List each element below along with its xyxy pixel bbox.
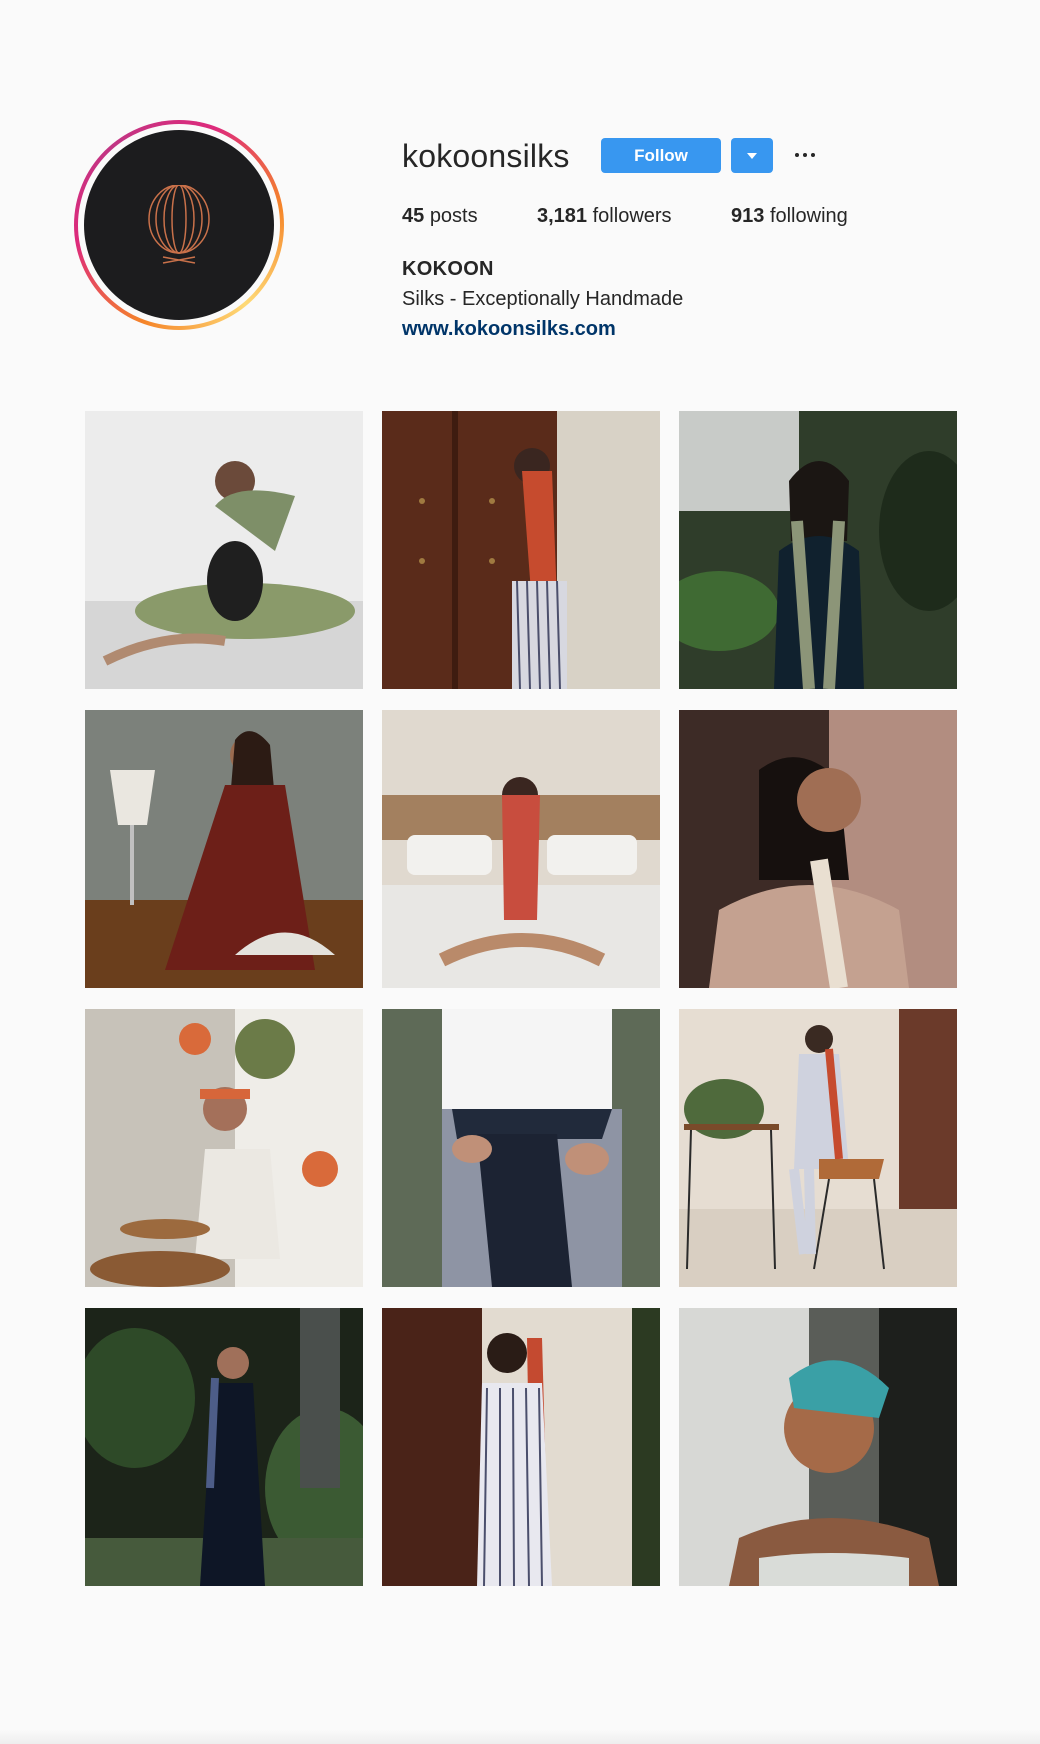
- posts-grid: [85, 411, 957, 1586]
- more-options-icon[interactable]: [795, 140, 819, 170]
- following-stat[interactable]: 913 following: [731, 205, 848, 228]
- post-thumbnail[interactable]: [85, 1009, 363, 1287]
- post-photo-bed-scarf: [382, 710, 660, 988]
- username: kokoonsilks: [402, 138, 570, 174]
- post-thumbnail[interactable]: [679, 710, 957, 988]
- kokoon-logo-icon: [148, 185, 210, 264]
- profile-website-link[interactable]: www.kokoonsilks.com: [402, 318, 616, 341]
- posts-stat: 45 posts: [402, 205, 478, 227]
- post-thumbnail[interactable]: [679, 411, 957, 689]
- post-thumbnail[interactable]: [85, 710, 363, 988]
- post-thumbnail[interactable]: [382, 710, 660, 988]
- post-thumbnail[interactable]: [382, 1308, 660, 1586]
- post-photo-profile-white-scarf: [679, 710, 957, 988]
- suggestions-dropdown-button[interactable]: [731, 138, 773, 173]
- profile-bio: Silks - Exceptionally Handmade: [402, 288, 684, 310]
- post-photo-navy-dress-garden: [85, 1308, 363, 1586]
- post-thumbnail[interactable]: [382, 411, 660, 689]
- post-thumbnail[interactable]: [382, 1009, 660, 1287]
- post-photo-burgundy-dress: [85, 710, 363, 988]
- post-photo-waist-tie: [382, 1009, 660, 1287]
- post-thumbnail[interactable]: [679, 1308, 957, 1586]
- post-photo-striped-jumpsuit-chair: [679, 1009, 957, 1287]
- post-photo-door-scarf: [382, 411, 660, 689]
- post-thumbnail[interactable]: [679, 1009, 957, 1287]
- post-photo-garden-green-scarf: [679, 411, 957, 689]
- story-ring[interactable]: [74, 120, 284, 330]
- post-photo-teal-headscarf: [679, 1308, 957, 1586]
- follow-button[interactable]: Follow: [601, 138, 721, 173]
- followers-stat[interactable]: 3,181 followers: [537, 205, 672, 228]
- caret-down-icon: [747, 153, 757, 159]
- post-photo-fan-woman: [85, 411, 363, 689]
- profile-header: kokoonsilks Follow 45 posts 3,181 follow…: [0, 0, 1040, 360]
- post-photo-headscarf-bowls: [85, 1009, 363, 1287]
- post-thumbnail[interactable]: [85, 411, 363, 689]
- post-thumbnail[interactable]: [85, 1308, 363, 1586]
- profile-full-name: KOKOON: [402, 258, 494, 280]
- avatar[interactable]: [84, 130, 274, 320]
- post-photo-striped-red-scarf: [382, 1308, 660, 1586]
